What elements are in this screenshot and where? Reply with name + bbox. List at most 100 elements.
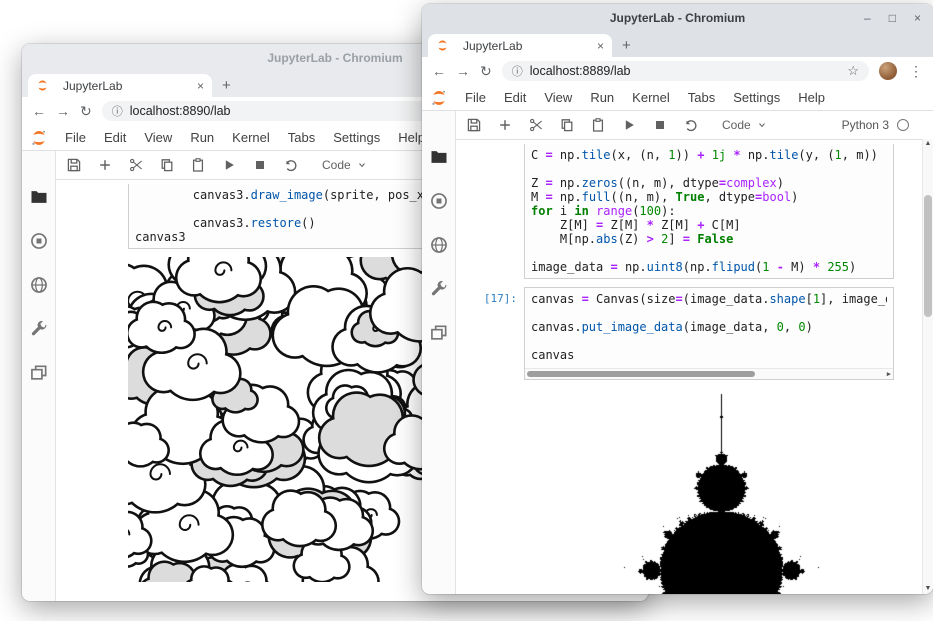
jupyterlab-menubar: File Edit View Run Kernel Tabs Settings … [422, 85, 933, 111]
code-cell: C = np.tile(x, (n, 1)) + 1j * np.tile(y,… [456, 144, 933, 279]
menu-help[interactable]: Help [789, 90, 834, 105]
back-button[interactable]: ← [32, 104, 46, 118]
scroll-right-icon[interactable]: ▶ [887, 369, 891, 379]
paste-icon[interactable] [590, 117, 606, 133]
output-cell [456, 388, 933, 594]
paste-icon[interactable] [190, 157, 206, 173]
close-icon[interactable]: × [914, 11, 921, 25]
menu-kernel[interactable]: Kernel [623, 90, 679, 105]
code-cell-editor[interactable]: C = np.tile(x, (n, 1)) + 1j * np.tile(y,… [524, 144, 894, 279]
vertical-scrollbar[interactable]: ▲ ▼ [922, 139, 933, 594]
menu-tabs[interactable]: Tabs [679, 90, 724, 105]
url-text: localhost:8889/lab [530, 64, 841, 78]
running-sessions-icon[interactable] [29, 231, 49, 251]
browser-tab[interactable]: JupyterLab × [28, 74, 212, 97]
stop-icon[interactable] [652, 117, 668, 133]
restart-kernel-icon[interactable] [283, 157, 299, 173]
property-inspector-icon[interactable] [29, 319, 49, 339]
profile-avatar[interactable] [879, 62, 897, 80]
window-title: JupyterLab - Chromium [267, 51, 402, 65]
code-cell-editor[interactable]: canvas = Canvas(size=(image_data.shape[1… [524, 287, 894, 380]
stop-icon[interactable] [252, 157, 268, 173]
menu-file[interactable]: File [56, 130, 95, 145]
kernel-indicator[interactable]: Python 3 [842, 118, 923, 132]
add-cell-icon[interactable] [497, 117, 513, 133]
cell-prompt: [17]: [456, 287, 524, 380]
add-cell-icon[interactable] [97, 157, 113, 173]
browser-menu-icon[interactable]: ⋮ [907, 63, 923, 80]
cut-icon[interactable] [528, 117, 544, 133]
cell-prompt [456, 144, 524, 279]
cell-type-dropdown[interactable]: Code [722, 118, 767, 132]
horizontal-scrollbar[interactable]: ▶ [525, 368, 893, 379]
jupyter-favicon [36, 79, 49, 92]
tab-title: JupyterLab [463, 39, 591, 53]
cell-prompt [56, 184, 128, 249]
cell-type-dropdown[interactable]: Code [322, 158, 367, 172]
file-browser-icon[interactable] [29, 187, 49, 207]
menu-run[interactable]: Run [581, 90, 623, 105]
running-sessions-icon[interactable] [429, 191, 449, 211]
window-titlebar[interactable]: JupyterLab - Chromium – □ × [422, 4, 933, 31]
code-cell: [17]: canvas = Canvas(size=(image_data.s… [456, 287, 933, 380]
run-icon[interactable] [221, 157, 237, 173]
browser-tab[interactable]: JupyterLab × [428, 34, 612, 57]
menu-edit[interactable]: Edit [495, 90, 535, 105]
site-info-icon[interactable]: ⓘ [112, 103, 123, 119]
new-tab-button[interactable]: + [212, 77, 241, 97]
jupyter-logo-icon [30, 129, 48, 147]
new-tab-button[interactable]: + [612, 37, 641, 57]
output-prompt [56, 257, 128, 582]
reload-button[interactable]: ↻ [480, 64, 492, 78]
site-info-icon[interactable]: ⓘ [512, 63, 523, 79]
restart-kernel-icon[interactable] [683, 117, 699, 133]
tab-close-icon[interactable]: × [197, 79, 204, 93]
scroll-up-icon[interactable]: ▲ [923, 139, 933, 149]
menu-settings[interactable]: Settings [724, 90, 789, 105]
commands-icon[interactable] [29, 275, 49, 295]
minimize-icon[interactable]: – [864, 11, 871, 25]
menu-edit[interactable]: Edit [95, 130, 135, 145]
jupyter-logo-icon [430, 89, 448, 107]
jupyterlab-sidebar [422, 111, 456, 594]
address-toolbar: ← → ↻ ⓘ localhost:8889/lab ☆ ⋮ [422, 57, 933, 85]
file-browser-icon[interactable] [429, 147, 449, 167]
menu-view[interactable]: View [535, 90, 581, 105]
jupyterlab-sidebar [22, 151, 56, 601]
jupyter-favicon [436, 39, 449, 52]
scrollbar-thumb[interactable] [924, 195, 932, 317]
menu-settings[interactable]: Settings [324, 130, 389, 145]
tab-close-icon[interactable]: × [597, 39, 604, 53]
menu-file[interactable]: File [456, 90, 495, 105]
kernel-status-icon [897, 119, 909, 131]
notebook-area: C = np.tile(x, (n, 1)) + 1j * np.tile(y,… [456, 140, 933, 594]
commands-icon[interactable] [429, 235, 449, 255]
mandelbrot-output-canvas [524, 388, 914, 594]
menu-run[interactable]: Run [181, 130, 223, 145]
maximize-icon[interactable]: □ [889, 11, 896, 25]
save-icon[interactable] [466, 117, 482, 133]
run-icon[interactable] [621, 117, 637, 133]
copy-icon[interactable] [159, 157, 175, 173]
open-tabs-icon[interactable] [29, 363, 49, 383]
front-browser-window: JupyterLab - Chromium – □ × JupyterLab ×… [422, 4, 933, 594]
tab-title: JupyterLab [63, 79, 191, 93]
bookmark-star-icon[interactable]: ☆ [847, 63, 859, 79]
address-bar[interactable]: ⓘ localhost:8889/lab ☆ [502, 61, 869, 81]
forward-button[interactable]: → [56, 104, 70, 118]
back-button[interactable]: ← [432, 64, 446, 78]
scroll-down-icon[interactable]: ▼ [923, 584, 933, 594]
open-tabs-icon[interactable] [429, 323, 449, 343]
forward-button[interactable]: → [456, 64, 470, 78]
reload-button[interactable]: ↻ [80, 104, 92, 118]
window-title: JupyterLab - Chromium [610, 11, 745, 25]
menu-kernel[interactable]: Kernel [223, 130, 279, 145]
menu-view[interactable]: View [135, 130, 181, 145]
copy-icon[interactable] [559, 117, 575, 133]
scrollbar-thumb[interactable] [527, 371, 755, 377]
cell-type-value: Code [722, 118, 751, 132]
cut-icon[interactable] [128, 157, 144, 173]
menu-tabs[interactable]: Tabs [279, 130, 324, 145]
save-icon[interactable] [66, 157, 82, 173]
property-inspector-icon[interactable] [429, 279, 449, 299]
